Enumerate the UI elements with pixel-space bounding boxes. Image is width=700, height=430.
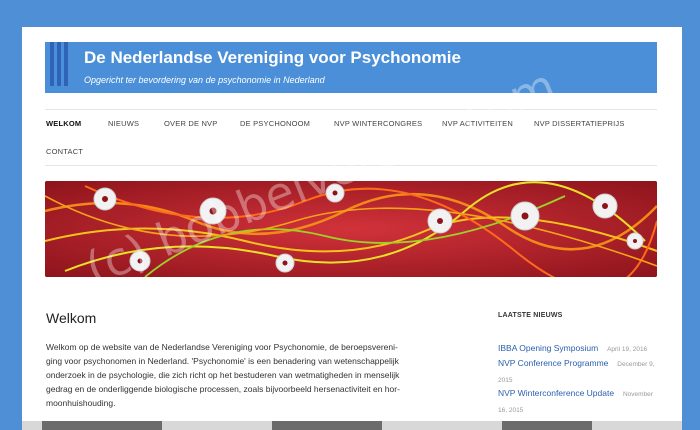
header-image — [45, 181, 657, 277]
welcome-text-line: gedrag en de onderliggende biologische p… — [46, 384, 400, 394]
welcome-text-line: onderzoek in de psychologie, die zich ri… — [46, 370, 400, 380]
nav-top-divider — [45, 109, 657, 110]
news-link[interactable]: IBBA Opening Symposium — [498, 343, 598, 353]
site-logo-icon[interactable] — [50, 42, 72, 86]
page-container: De Nederlandse Vereniging voor Psychonom… — [22, 27, 682, 430]
nav-item-welkom[interactable]: WELKOM — [46, 119, 81, 128]
welcome-text-line: Welkom op de website van de Nederlandse … — [46, 342, 398, 352]
nav-item-nieuws[interactable]: NIEUWS — [108, 119, 139, 128]
news-link[interactable]: NVP Conference Programme — [498, 358, 608, 368]
welcome-text-line: moonhuishouding. — [46, 398, 116, 408]
nav-item-de-psychonoom[interactable]: DE PSYCHONOOM — [240, 119, 310, 128]
welcome-text-line: ging voor psychonomen in Nederland. 'Psy… — [46, 356, 399, 366]
nav-item-nvp-activiteiten[interactable]: NVP ACTIVITEITEN — [442, 119, 513, 128]
nav-bottom-divider — [45, 165, 657, 166]
site-title[interactable]: De Nederlandse Vereniging voor Psychonom… — [84, 48, 461, 68]
news-item: IBBA Opening Symposium April 19, 2016 — [498, 340, 658, 356]
welcome-text: Welkom op de website van de Nederlandse … — [46, 340, 446, 410]
footer-image-strip — [22, 421, 682, 430]
news-item: NVP Winterconference Update November 16,… — [498, 385, 658, 417]
nav-item-contact[interactable]: CONTACT — [46, 147, 83, 156]
nav-item-nvp-dissertatieprijs[interactable]: NVP DISSERTATIEPRIJS — [534, 119, 625, 128]
nav-item-over-de-nvp[interactable]: OVER DE NVP — [164, 119, 217, 128]
nav-item-nvp-wintercongres[interactable]: NVP WINTERCONGRES — [334, 119, 422, 128]
site-header-banner[interactable]: De Nederlandse Vereniging voor Psychonom… — [45, 42, 657, 93]
page-title: Welkom — [46, 310, 97, 326]
news-date: April 19, 2016 — [607, 346, 648, 353]
news-item: NVP Conference Programme December 9, 201… — [498, 355, 658, 387]
news-link[interactable]: NVP Winterconference Update — [498, 388, 614, 398]
site-subtitle: Opgericht ter bevordering van de psychon… — [84, 75, 325, 85]
sidebar-title: LAATSTE NIEUWS — [498, 312, 563, 319]
